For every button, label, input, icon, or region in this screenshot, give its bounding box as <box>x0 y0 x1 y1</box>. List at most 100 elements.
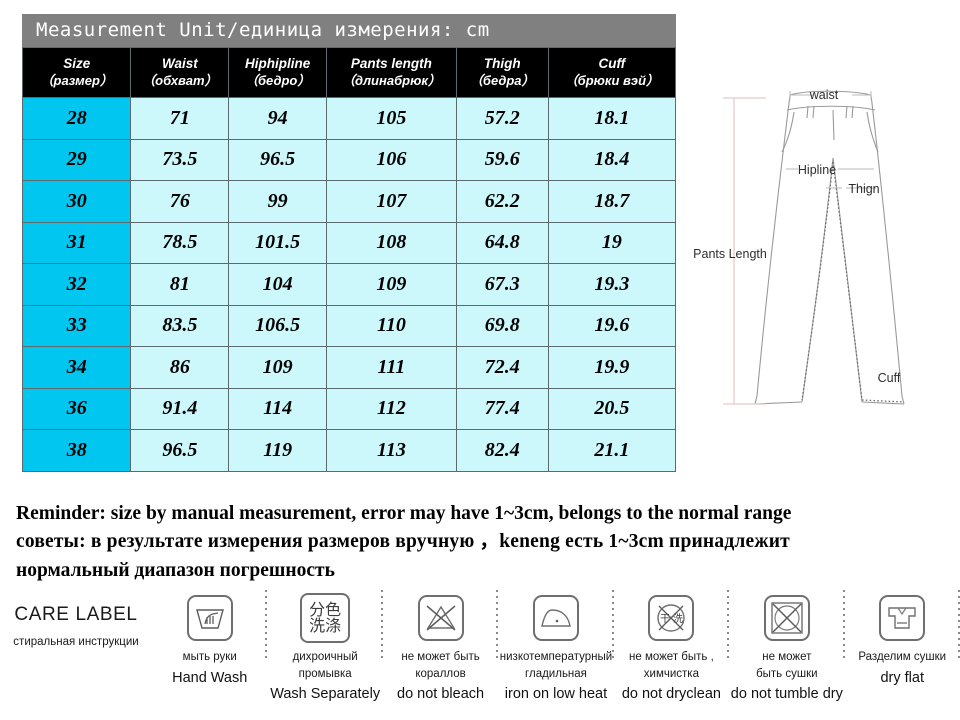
reminder-line-ru-2: нормальный диапазон погрешность <box>16 559 335 581</box>
care-item-hand-wash-ru: мыть руки <box>152 649 267 666</box>
do-not-tumble-dry-icon <box>729 592 844 644</box>
cell-pants-length: 105 <box>326 97 457 140</box>
care-ru-line: не может <box>762 651 812 663</box>
cell-pants-length: 112 <box>326 387 457 430</box>
column-header-cuff-en: Cuff <box>598 55 626 71</box>
cell-hiphipline: 109 <box>228 346 328 389</box>
care-label-title: CARE LABEL <box>14 604 138 625</box>
care-item-do-not-bleach-en: do not bleach <box>397 686 485 703</box>
care-item-do-not-dryclean-ru: не может быть , химчистка <box>614 649 729 682</box>
do-not-dryclean-icon: 干 洗 <box>614 592 729 644</box>
size-table-body: 28 71 94 105 57.2 18.1 29 73.5 96.5 106 … <box>21 97 677 472</box>
column-header-size: Size （размер） <box>21 47 132 98</box>
care-ru-line: не может быть <box>401 651 480 663</box>
column-header-pants-length: Pants length （длинабрюк） <box>326 47 457 98</box>
measurement-unit-title: Measurement Unit/единица измерения: cm <box>22 14 676 47</box>
column-header-thigh-en: Thigh <box>483 55 521 71</box>
reminder-line-ru-1: советы: в результате измерения размеров … <box>16 531 790 553</box>
column-header-cuff: Cuff （брюки вэй） <box>547 47 677 98</box>
column-header-thigh: Thigh （бедра） <box>455 47 549 98</box>
cell-cuff: 19.9 <box>547 346 677 389</box>
care-item-do-not-tumble-dry-en: do not tumble dry <box>730 686 843 703</box>
cell-pants-length: 108 <box>326 221 457 264</box>
cell-waist: 81 <box>130 263 230 306</box>
care-item-hand-wash: мыть руки Hand Wash <box>152 588 268 686</box>
column-header-hiphipline-ru: （бедро） <box>245 72 311 88</box>
diagram-label-thigh: Thign <box>848 182 879 196</box>
diagram-label-hipline: Hipline <box>798 163 836 177</box>
care-item-do-not-dryclean-en: do not dryclean <box>621 686 721 703</box>
cell-hiphipline: 101.5 <box>228 221 328 264</box>
table-row: 30 76 99 107 62.2 18.7 <box>21 180 677 223</box>
cell-waist: 78.5 <box>130 221 230 264</box>
care-ru-line: промывка <box>298 667 352 680</box>
care-item-do-not-bleach-ru: не может быть кораллов <box>383 649 498 682</box>
cell-cuff: 19.3 <box>547 263 677 306</box>
cell-waist: 76 <box>130 180 230 223</box>
cell-thigh: 72.4 <box>455 346 549 389</box>
cell-waist: 73.5 <box>130 138 230 181</box>
cell-hiphipline: 106.5 <box>228 304 328 347</box>
cell-pants-length: 113 <box>326 429 457 472</box>
cell-hiphipline: 99 <box>228 180 328 223</box>
cell-size: 31 <box>21 221 132 264</box>
care-item-iron-low-heat-ru: низкотемпературный гладильная <box>498 649 613 682</box>
care-label-strip: CARE LABEL стиральная инструкции мыть ру… <box>0 588 960 716</box>
care-item-iron-low-heat-en: iron on low heat <box>504 686 608 703</box>
do-not-bleach-icon <box>383 592 498 644</box>
size-chart-block: Measurement Unit/единица измерения: cm S… <box>21 14 677 472</box>
care-item-do-not-bleach: не может быть кораллов do not bleach <box>383 588 499 703</box>
cell-waist: 86 <box>130 346 230 389</box>
cell-waist: 71 <box>130 97 230 140</box>
cell-cuff: 18.4 <box>547 138 677 181</box>
cell-pants-length: 106 <box>326 138 457 181</box>
care-ru-line: кораллов <box>415 667 466 680</box>
cell-size: 34 <box>21 346 132 389</box>
table-row: 32 81 104 109 67.3 19.3 <box>21 263 677 306</box>
cell-thigh: 62.2 <box>455 180 549 223</box>
column-header-cuff-ru: （брюки вэй） <box>564 72 660 88</box>
table-row: 38 96.5 119 113 82.4 21.1 <box>21 429 677 472</box>
care-item-do-not-dryclean: 干 洗 не может быть , химчистка do not dry… <box>614 588 730 703</box>
care-label-subtitle: стиральная инструкции <box>13 636 139 648</box>
care-ru-line: низкотемпературный <box>499 651 613 663</box>
cell-thigh: 67.3 <box>455 263 549 306</box>
care-item-dry-flat: Разделим сушки dry flat <box>845 588 960 686</box>
wash-separately-cn-bottom: 洗涤 <box>309 616 342 635</box>
care-item-dry-flat-en: dry flat <box>880 669 924 686</box>
column-header-pants-length-en: Pants length <box>350 55 432 71</box>
care-item-iron-low-heat: низкотемпературный гладильная iron on lo… <box>498 588 614 703</box>
column-header-pants-length-ru: （длинабрюк） <box>341 72 441 88</box>
cell-thigh: 82.4 <box>455 429 549 472</box>
cell-pants-length: 107 <box>326 180 457 223</box>
cell-cuff: 18.1 <box>547 97 677 140</box>
column-header-thigh-ru: （бедра） <box>469 72 535 88</box>
cell-cuff: 20.5 <box>547 387 677 430</box>
care-item-wash-separately-en: Wash Separately <box>270 686 381 703</box>
care-ru-line: быть сушки <box>756 667 818 680</box>
care-item-wash-separately-ru: дихроичный промывка <box>267 649 382 682</box>
dryclean-cn-left: 干 <box>660 614 670 625</box>
cell-size: 38 <box>21 429 132 472</box>
dryclean-cn-right: 洗 <box>673 613 683 625</box>
cell-thigh: 57.2 <box>455 97 549 140</box>
cell-waist: 83.5 <box>130 304 230 347</box>
cell-size: 28 <box>21 97 132 140</box>
cell-cuff: 18.7 <box>547 180 677 223</box>
column-header-size-en: Size <box>63 55 91 71</box>
cell-hiphipline: 119 <box>228 429 328 472</box>
cell-pants-length: 110 <box>326 304 457 347</box>
table-header-row: Size （размер） Waist （обхват） Hiphipline … <box>21 47 677 98</box>
cell-waist: 96.5 <box>130 429 230 472</box>
diagram-label-cuff: Cuff <box>878 371 901 385</box>
reminder-note: Reminder: size by manual measurement, er… <box>16 500 950 585</box>
table-row: 34 86 109 111 72.4 19.9 <box>21 346 677 389</box>
column-header-waist: Waist （обхват） <box>130 47 230 98</box>
hand-wash-icon <box>152 592 267 644</box>
cell-pants-length: 111 <box>326 346 457 389</box>
column-header-size-ru: （размер） <box>40 72 113 88</box>
care-item-do-not-tumble-dry: не может быть сушки do not tumble dry <box>729 588 845 703</box>
diagram-label-pants-length: Pants Length <box>693 247 767 261</box>
cell-hiphipline: 94 <box>228 97 328 140</box>
cell-cuff: 19 <box>547 221 677 264</box>
